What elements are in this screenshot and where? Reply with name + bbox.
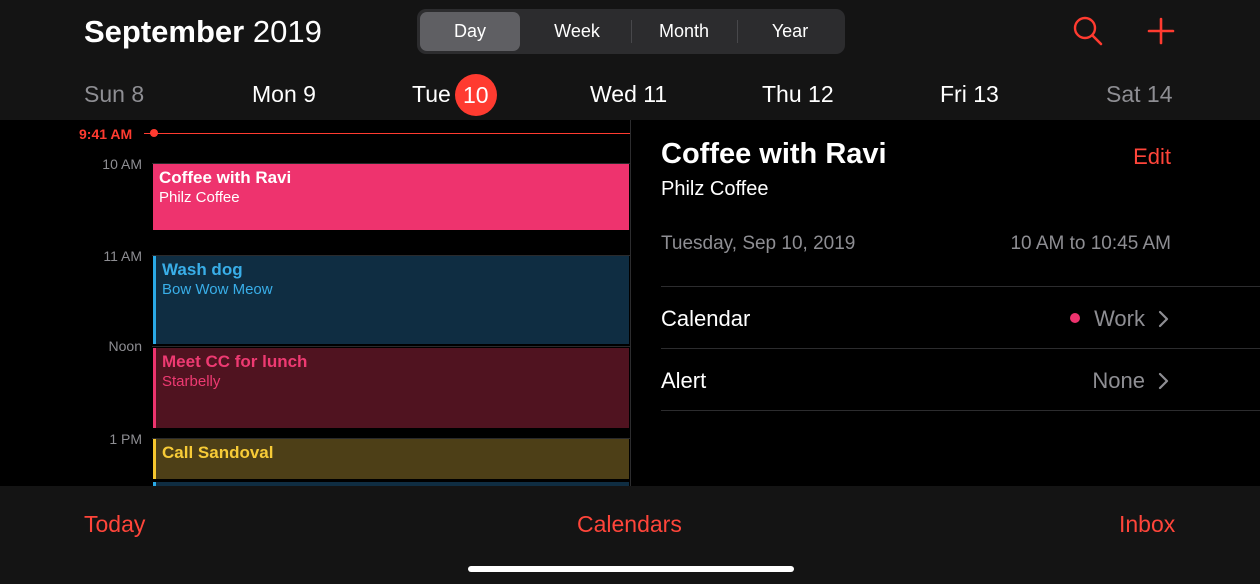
search-icon[interactable] bbox=[1071, 14, 1105, 48]
chevron-right-icon bbox=[1157, 309, 1171, 329]
event-location: Starbelly bbox=[162, 373, 221, 390]
event-meet-cc-for-lunch[interactable]: Meet CC for lunch Starbelly bbox=[153, 348, 629, 428]
alert-row-label: Alert bbox=[661, 368, 707, 393]
calendar-name: Work bbox=[1094, 306, 1145, 331]
event-title: Meet CC for lunch bbox=[162, 352, 308, 371]
day-mon-9[interactable]: Mon 9 bbox=[252, 74, 316, 116]
calendars-button[interactable]: Calendars bbox=[577, 511, 682, 538]
today-badge: 10 bbox=[454, 74, 497, 116]
event-detail-time: 10 AM to 10:45 AM bbox=[1010, 233, 1171, 254]
edit-button[interactable]: Edit bbox=[1133, 144, 1171, 170]
day-sat-14[interactable]: Sat 14 bbox=[1106, 74, 1173, 116]
calendar-row-label: Calendar bbox=[661, 306, 751, 331]
chevron-right-icon bbox=[1157, 371, 1171, 391]
event-call-sandoval[interactable]: Call Sandoval bbox=[153, 439, 629, 479]
segment-day[interactable]: Day bbox=[420, 12, 520, 51]
current-time-label: 9:41 AM bbox=[79, 126, 133, 142]
month-title[interactable]: September 2019 bbox=[84, 14, 322, 50]
event-detail-panel: Coffee with Ravi Edit Philz Coffee Tuesd… bbox=[632, 120, 1260, 486]
event-location: Philz Coffee bbox=[159, 189, 240, 206]
segment-week[interactable]: Week bbox=[525, 12, 629, 51]
event-detail-location: Philz Coffee bbox=[661, 178, 769, 200]
calendar-row-value: Work bbox=[1070, 306, 1145, 332]
inbox-button[interactable]: Inbox bbox=[1119, 511, 1175, 538]
event-wash-dog[interactable]: Wash dog Bow Wow Meow bbox=[153, 256, 629, 344]
hour-label: 10 AM bbox=[102, 156, 142, 172]
current-time-dot bbox=[150, 129, 158, 137]
day-tue-10[interactable]: Tue 10 bbox=[412, 74, 497, 116]
day-fri-13[interactable]: Fri 13 bbox=[940, 74, 999, 116]
divider bbox=[661, 410, 1260, 411]
event-title: Wash dog bbox=[162, 260, 243, 279]
year-label: 2019 bbox=[252, 14, 322, 49]
day-thu-12[interactable]: Thu 12 bbox=[762, 74, 834, 116]
event-location: Bow Wow Meow bbox=[162, 281, 273, 298]
hour-line bbox=[152, 346, 630, 347]
bottom-toolbar: Today Calendars Inbox bbox=[0, 486, 1260, 584]
today-button[interactable]: Today bbox=[84, 511, 145, 538]
divider bbox=[661, 286, 1260, 287]
header: September 2019 Day Week Month Year Sun 8… bbox=[0, 0, 1260, 120]
hour-label: Noon bbox=[108, 338, 142, 354]
home-indicator[interactable] bbox=[468, 566, 794, 572]
day-timeline[interactable]: 9:41 AM 10 AM 11 AM Noon 1 PM Coffee wit… bbox=[0, 120, 631, 486]
segment-year[interactable]: Year bbox=[738, 12, 842, 51]
calendar-color-dot bbox=[1070, 313, 1081, 324]
hour-label: 1 PM bbox=[109, 431, 142, 447]
event-coffee-with-ravi[interactable]: Coffee with Ravi Philz Coffee bbox=[153, 164, 629, 230]
day-sun-8[interactable]: Sun 8 bbox=[84, 74, 144, 116]
day-name: Tue bbox=[412, 81, 451, 107]
divider bbox=[661, 348, 1260, 349]
alert-row-value: None bbox=[1092, 368, 1145, 393]
day-wed-11[interactable]: Wed 11 bbox=[590, 74, 667, 116]
segment-month[interactable]: Month bbox=[632, 12, 736, 51]
month-name: September bbox=[84, 14, 245, 49]
event-detail-date: Tuesday, Sep 10, 2019 bbox=[661, 233, 856, 254]
current-time-line bbox=[144, 133, 630, 134]
event-title: Coffee with Ravi bbox=[159, 168, 292, 187]
hour-label: 11 AM bbox=[103, 248, 142, 264]
event-detail-title: Coffee with Ravi bbox=[661, 138, 887, 170]
event-title: Call Sandoval bbox=[162, 443, 274, 462]
plus-icon[interactable] bbox=[1144, 14, 1178, 48]
week-strip: Sun 8 Mon 9 Tue 10 Wed 11 Thu 12 Fri 13 S… bbox=[0, 74, 1260, 116]
view-switcher: Day Week Month Year bbox=[417, 9, 845, 54]
